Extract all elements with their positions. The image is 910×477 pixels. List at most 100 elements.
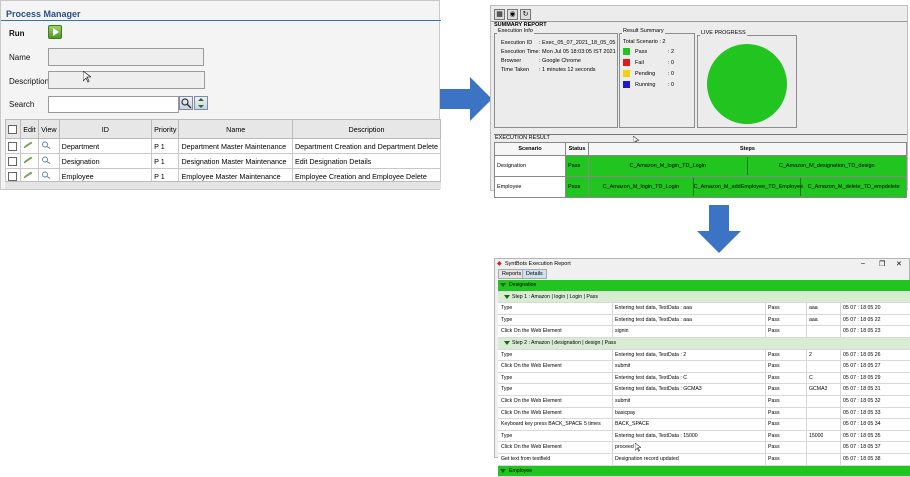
step-row[interactable]: Step 2 : Amazon | designation | design |…: [498, 338, 910, 350]
status-cell: Pass: [768, 375, 780, 381]
column-divider: [806, 303, 807, 314]
run-button[interactable]: [48, 25, 62, 39]
summary-report-window: ▦ ◉ ↻ SUMMARY REPORT Execution Info Exec…: [490, 5, 908, 191]
select-all-checkbox[interactable]: [8, 125, 17, 134]
list-item[interactable]: Keyboard key press BACK_SPACE 5 timesBAC…: [498, 419, 910, 431]
detail-cell: Entering test data, TestData : aaa: [615, 305, 692, 311]
refresh-button[interactable]: [194, 96, 208, 110]
tab-details[interactable]: Details: [522, 269, 547, 279]
select-all-header[interactable]: [6, 120, 21, 139]
timestamp-cell: 05 07 : 18 05 31: [843, 386, 881, 392]
row-checkbox[interactable]: [8, 157, 17, 166]
step-row[interactable]: Step 1 : Amazon | login | Login | Pass: [498, 292, 910, 304]
execution-time-label: Execution Time: [501, 49, 539, 55]
scenario-group-row[interactable]: Employee: [498, 466, 910, 477]
step-chip[interactable]: C_Amazon_M_delete_TD_empdelete: [801, 178, 906, 196]
list-item[interactable]: TypeEntering test data, TestData : 2Pass…: [498, 350, 910, 362]
detail-cell: submit: [615, 398, 630, 404]
magnifier-icon[interactable]: [41, 171, 51, 179]
toolbar-refresh-button[interactable]: ↻: [520, 9, 531, 20]
row-checkbox-cell[interactable]: [6, 139, 21, 154]
table-row[interactable]: Department P 1 Department Master Mainten…: [6, 139, 441, 154]
execution-result-divider: [494, 134, 907, 135]
row-checkbox-cell[interactable]: [6, 154, 21, 169]
detail-cell: Entering test data, TestData : aaa: [615, 317, 692, 323]
list-item[interactable]: TypeEntering test data, TestData : CPass…: [498, 373, 910, 385]
name-cell: Designation Master Maintenance: [179, 154, 292, 169]
column-divider: [840, 442, 841, 453]
name-field[interactable]: [48, 48, 204, 66]
status-cell: Pass: [768, 328, 780, 334]
status-cell: Pass: [768, 363, 780, 369]
list-item[interactable]: Click On the Web ElementsigninPass05 07 …: [498, 326, 910, 338]
table-row[interactable]: Employee Pass C_Amazon_M_login_TD_Login …: [495, 177, 907, 198]
status-cell: Pass: [768, 421, 780, 427]
time-taken-value: : 1 minutes 12 seconds: [539, 67, 596, 73]
horizontal-scrollbar[interactable]: [5, 181, 441, 189]
step-chip[interactable]: C_Amazon_M_login_TD_Login: [589, 157, 748, 175]
view-cell[interactable]: [39, 154, 59, 169]
expand-triangle-icon[interactable]: [500, 283, 506, 287]
expand-triangle-icon[interactable]: [504, 295, 510, 299]
row-checkbox[interactable]: [8, 142, 17, 151]
list-item[interactable]: Click On the Web ElementsubmitPass05 07 …: [498, 361, 910, 373]
list-item[interactable]: Click On the Web ElementsubmitPass05 07 …: [498, 396, 910, 408]
table-row[interactable]: Designation Pass C_Amazon_M_login_TD_Log…: [495, 156, 907, 177]
pencil-icon[interactable]: [23, 171, 33, 179]
column-divider: [806, 315, 807, 326]
pencil-icon[interactable]: [23, 141, 33, 149]
list-item[interactable]: Click On the Web ElementproceedPass05 07…: [498, 442, 910, 454]
column-divider: [806, 408, 807, 419]
toolbar-view-button[interactable]: ◉: [507, 9, 518, 20]
table-row[interactable]: Designation P 1 Designation Master Maint…: [6, 154, 441, 169]
column-divider: [806, 350, 807, 361]
search-input[interactable]: [48, 96, 179, 113]
action-cell: Type: [501, 386, 512, 392]
column-divider: [765, 431, 766, 442]
list-item[interactable]: Get text from textfieldDesignation recor…: [498, 454, 910, 466]
description-cell: Department Creation and Department Delet…: [292, 139, 440, 154]
column-divider: [806, 384, 807, 395]
process-manager-title: Process Manager: [6, 9, 81, 19]
search-button[interactable]: [179, 96, 193, 110]
magnifier-icon[interactable]: [41, 156, 51, 164]
timestamp-cell: 05 07 : 18 05 33: [843, 410, 881, 416]
list-item[interactable]: TypeEntering test data, TestData : aaaPa…: [498, 315, 910, 327]
row-checkbox[interactable]: [8, 172, 17, 181]
close-button[interactable]: ✕: [896, 260, 902, 268]
detail-cell: BACK_SPACE: [615, 421, 649, 427]
minimize-button[interactable]: –: [861, 260, 865, 267]
edit-cell[interactable]: [20, 154, 38, 169]
column-divider: [612, 384, 613, 395]
column-divider: [806, 454, 807, 465]
step-chip[interactable]: C_Amazon_M_addEmployee_TD_Employee: [694, 178, 802, 196]
action-cell: Type: [501, 352, 512, 358]
column-header-edit: Edit: [20, 120, 38, 139]
expand-triangle-icon[interactable]: [504, 341, 510, 345]
list-item[interactable]: TypeEntering test data, TestData : aaaPa…: [498, 303, 910, 315]
result-summary-caption: Result Summary: [622, 28, 665, 34]
list-item[interactable]: TypeEntering test data, TestData : GCMA3…: [498, 384, 910, 396]
time-taken-label: Time Taken: [501, 67, 529, 73]
search-icon: [180, 97, 192, 109]
maximize-button[interactable]: ❐: [879, 260, 885, 268]
description-field[interactable]: [48, 71, 205, 89]
pencil-icon[interactable]: [23, 156, 33, 164]
scenario-group-row[interactable]: Designation: [498, 280, 910, 292]
step-chip[interactable]: C_Amazon_M_login_TD_Login: [589, 178, 694, 196]
expand-triangle-icon[interactable]: [500, 469, 506, 473]
status-cell: Pass: [768, 456, 780, 462]
down-arrow: [697, 205, 741, 253]
execution-info-caption: Execution Info: [497, 28, 534, 34]
edit-cell[interactable]: [20, 139, 38, 154]
step-chip[interactable]: C_Amazon_M_designation_TD_design: [748, 157, 907, 175]
list-item[interactable]: TypeEntering test data, TestData : 15000…: [498, 431, 910, 443]
value-cell: aaa: [809, 317, 818, 323]
details-list: DesignationStep 1 : Amazon | login | Log…: [498, 280, 910, 477]
magnifier-icon[interactable]: [41, 141, 51, 149]
view-cell[interactable]: [39, 139, 59, 154]
column-divider: [612, 442, 613, 453]
priority-cell: P 1: [152, 154, 179, 169]
list-item[interactable]: Click On the Web ElementbasicpayPass05 0…: [498, 408, 910, 420]
toolbar-grid-button[interactable]: ▦: [494, 9, 505, 20]
